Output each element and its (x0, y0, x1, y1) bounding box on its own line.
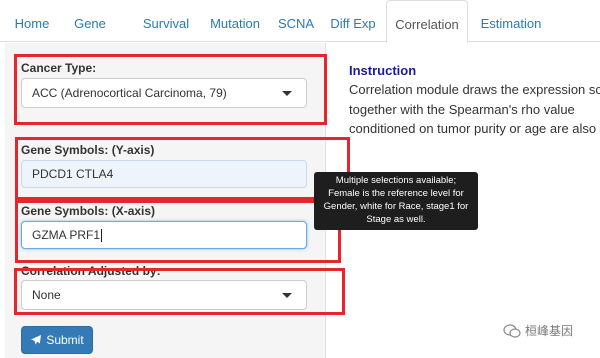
tab-home[interactable]: Home (8, 0, 56, 42)
watermark-text: 桓峰基因 (525, 324, 574, 338)
gene-x-label: Gene Symbols: (X-axis) (21, 204, 156, 218)
gene-y-input[interactable]: PDCD1 CTLA4 (21, 160, 307, 188)
tab-scna[interactable]: SCNA (266, 0, 326, 42)
instruction-line: conditioned on tumor purity or age are a… (349, 121, 597, 136)
chat-bubble-icon (503, 323, 521, 338)
paper-plane-icon (31, 335, 42, 345)
gene-y-label: Gene Symbols: (Y-axis) (21, 143, 155, 157)
gene-x-input[interactable]: GZMA PRF1 (21, 221, 307, 249)
tooltip-line: Multiple selections available; (335, 175, 457, 186)
adjusted-by-label: Correlation Adjusted by: (21, 264, 161, 278)
gene-y-value: PDCD1 CTLA4 (32, 167, 114, 181)
submit-button[interactable]: Submit (21, 326, 93, 354)
instruction-line: together with the Spearman's rho value (349, 102, 575, 117)
watermark: 桓峰基因 (503, 322, 573, 339)
tab-estimation[interactable]: Estimation (476, 0, 546, 42)
tab-mutation[interactable]: Mutation (193, 0, 277, 42)
adjusted-by-value: None (32, 288, 61, 302)
chevron-down-icon (282, 293, 292, 298)
cancer-type-value: ACC (Adrenocortical Carcinoma, 79) (32, 86, 227, 100)
instruction-title: Instruction (349, 63, 417, 78)
tab-diff-exp[interactable]: Diff Exp (326, 0, 380, 42)
nav-tabs: Home Gene Survival Mutation SCNA Diff Ex… (0, 0, 600, 43)
tab-gene[interactable]: Gene (66, 0, 114, 42)
gene-x-value: GZMA PRF1 (32, 228, 101, 242)
adjusted-by-select[interactable]: None (21, 280, 307, 310)
tooltip-line: Gender, white for Race, stage1 for (323, 201, 469, 212)
text-cursor (101, 229, 103, 243)
submit-label: Submit (46, 333, 84, 347)
cancer-type-select[interactable]: ACC (Adrenocortical Carcinoma, 79) (21, 78, 307, 108)
tooltip: Multiple selections available; Female is… (314, 172, 478, 230)
tab-correlation[interactable]: Correlation (386, 0, 468, 43)
cancer-type-label: Cancer Type: (21, 61, 97, 75)
tooltip-line: Stage as well. (366, 214, 426, 225)
tooltip-line: Female is the reference level for (328, 188, 464, 199)
chevron-down-icon (282, 91, 292, 96)
instruction-line: Correlation module draws the expression … (349, 82, 600, 97)
